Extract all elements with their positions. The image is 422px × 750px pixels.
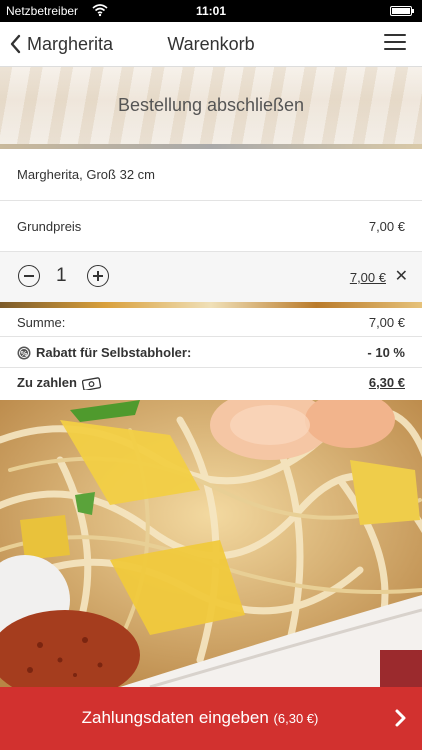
amount-due-value: 6,30 € [368, 375, 405, 390]
cart-item-row: Margherita, Groß 32 cm [0, 150, 422, 201]
amount-due-label: Zu zahlen [17, 375, 77, 390]
navigation-bar: Margherita Warenkorb [0, 22, 422, 67]
product-name: Margherita, Groß 32 cm [17, 167, 155, 182]
chevron-left-icon [10, 34, 21, 54]
base-price-label: Grundpreis [17, 219, 82, 234]
noodle-dish-illustration [0, 400, 422, 687]
status-bar: Netzbetreiber 11:01 [0, 0, 422, 22]
battery-icon [390, 6, 414, 16]
amount-due-row: Zu zahlen 6,30 € [0, 368, 422, 400]
food-image [0, 400, 422, 687]
decrease-quantity-button[interactable] [18, 265, 40, 287]
checkout-banner: Bestellung abschließen [0, 67, 422, 149]
enter-payment-details-button[interactable]: Zahlungsdaten eingeben (6,30 €) [0, 687, 422, 750]
payment-button-amount: (6,30 €) [273, 711, 319, 726]
increase-quantity-button[interactable] [87, 265, 109, 287]
sum-label: Summe: [17, 315, 66, 330]
svg-text:%: % [20, 349, 27, 357]
payment-button-label: Zahlungsdaten eingeben [81, 708, 269, 727]
remove-item-icon[interactable]: ✕ [395, 266, 408, 286]
line-total: 7,00 € [349, 270, 386, 285]
quantity-row: 1 7,00 € ✕ [0, 252, 422, 303]
back-button-label: Margherita [27, 33, 114, 54]
sum-row: Summe: 7,00 € [0, 308, 422, 337]
base-price-row: Grundpreis 7,00 € [0, 201, 422, 252]
discount-row: % Rabatt für Selbstabholer: - 10 % [0, 337, 422, 368]
base-price-value: 7,00 € [368, 219, 405, 234]
back-button[interactable]: Margherita [8, 31, 113, 57]
discount-label: Rabatt für Selbstabholer: [36, 345, 192, 360]
quantity-value: 1 [56, 265, 67, 286]
discount-value: - 10 % [367, 345, 405, 360]
money-icon [81, 376, 102, 390]
discount-badge-icon: % [17, 346, 31, 359]
hamburger-menu-icon[interactable] [384, 34, 406, 52]
chevron-right-icon [395, 709, 406, 727]
checkout-heading: Bestellung abschließen [117, 95, 305, 115]
clock: 11:01 [195, 4, 227, 18]
sum-value: 7,00 € [368, 315, 405, 330]
